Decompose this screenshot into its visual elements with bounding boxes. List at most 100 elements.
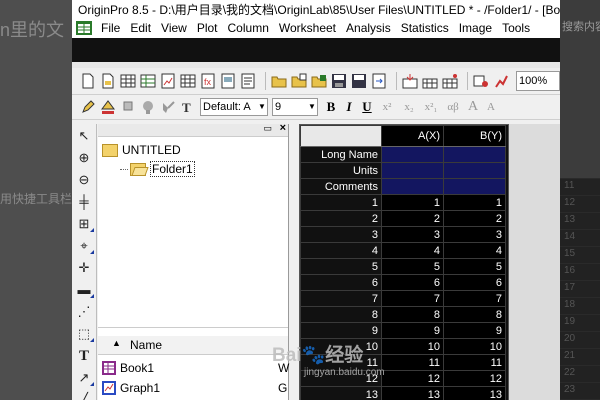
row-number[interactable]: 1: [300, 194, 382, 211]
italic-button[interactable]: I: [340, 99, 358, 115]
cell-b[interactable]: 10: [443, 338, 506, 355]
import-multiple-icon[interactable]: [442, 73, 458, 89]
cell-b[interactable]: 6: [443, 274, 506, 291]
meta-row-label[interactable]: Units: [300, 162, 382, 179]
meta-cell[interactable]: [443, 178, 506, 195]
zoom-select[interactable]: 100%: [516, 71, 560, 91]
font-icon[interactable]: T: [180, 99, 196, 115]
meta-cell[interactable]: [443, 146, 506, 163]
new-workbook-icon[interactable]: [120, 73, 136, 89]
pointer-tool[interactable]: ↖: [74, 126, 94, 146]
new-folder-icon[interactable]: [100, 73, 116, 89]
meta-row-label[interactable]: Comments: [300, 178, 382, 195]
export-icon[interactable]: [371, 73, 387, 89]
scale-tool[interactable]: ╪: [74, 192, 94, 212]
subscript-button[interactable]: x₂: [398, 101, 420, 113]
menu-plot[interactable]: Plot: [192, 21, 223, 35]
mask-tool[interactable]: ▬: [74, 280, 94, 300]
close-icon[interactable]: ×: [280, 122, 286, 134]
column-header-b[interactable]: B(Y): [443, 125, 506, 147]
open-excel-icon[interactable]: [311, 73, 327, 89]
import-ascii-icon[interactable]: [422, 73, 438, 89]
cell-a[interactable]: 6: [381, 274, 444, 291]
zoom-out-tool[interactable]: ⊖: [74, 170, 94, 190]
new-function-icon[interactable]: fx: [200, 73, 216, 89]
new-project-icon[interactable]: [80, 73, 96, 89]
cell-b[interactable]: 2: [443, 210, 506, 227]
cell-a[interactable]: 8: [381, 306, 444, 323]
brush-icon[interactable]: [160, 99, 176, 115]
cell-a[interactable]: 11: [381, 354, 444, 371]
greek-button[interactable]: αβ: [442, 101, 464, 113]
cell-b[interactable]: 4: [443, 242, 506, 259]
row-number[interactable]: 5: [300, 258, 382, 275]
row-number[interactable]: 6: [300, 274, 382, 291]
corner-cell[interactable]: [300, 125, 382, 147]
cell-a[interactable]: 3: [381, 226, 444, 243]
pattern-icon[interactable]: [140, 99, 156, 115]
new-notes-icon[interactable]: [240, 73, 256, 89]
chevron-down-icon[interactable]: ▼: [257, 99, 267, 115]
row-number[interactable]: 7: [300, 290, 382, 307]
cell-b[interactable]: 9: [443, 322, 506, 339]
save-icon[interactable]: [331, 73, 347, 89]
menu-column[interactable]: Column: [223, 21, 274, 35]
zoom-in-tool[interactable]: ⊕: [74, 148, 94, 168]
line-tool[interactable]: ╱: [74, 390, 94, 400]
open-template-icon[interactable]: [291, 73, 307, 89]
cell-b[interactable]: 12: [443, 370, 506, 387]
text-tool[interactable]: T: [74, 346, 94, 366]
cell-a[interactable]: 5: [381, 258, 444, 275]
new-graph-icon[interactable]: [160, 73, 176, 89]
save-template-icon[interactable]: [351, 73, 367, 89]
menu-worksheet[interactable]: Worksheet: [274, 21, 341, 35]
run-icon[interactable]: [493, 73, 509, 89]
increase-font-button[interactable]: A: [464, 99, 482, 115]
cell-a[interactable]: 9: [381, 322, 444, 339]
cell-b[interactable]: 5: [443, 258, 506, 275]
data-selector-tool[interactable]: ⊞: [74, 214, 94, 234]
menu-analysis[interactable]: Analysis: [341, 21, 396, 35]
new-matrix-icon[interactable]: [180, 73, 196, 89]
bold-button[interactable]: B: [322, 99, 340, 115]
meta-cell[interactable]: [381, 178, 444, 195]
row-number[interactable]: 4: [300, 242, 382, 259]
row-number[interactable]: 2: [300, 210, 382, 227]
arrow-tool[interactable]: ↗: [74, 368, 94, 388]
cell-b[interactable]: 13: [443, 386, 506, 400]
menu-statistics[interactable]: Statistics: [396, 21, 454, 35]
list-item-book1[interactable]: Book1 W: [98, 358, 289, 378]
list-header[interactable]: ▲ Name: [98, 336, 288, 355]
column-header-a[interactable]: A(X): [381, 125, 444, 147]
draw-data-tool[interactable]: ⋰: [74, 302, 94, 322]
recalculate-icon[interactable]: [473, 73, 489, 89]
meta-cell[interactable]: [443, 162, 506, 179]
underline-button[interactable]: U: [358, 99, 376, 115]
workbook-icon[interactable]: [76, 21, 92, 35]
supersubscript-button[interactable]: x²₁: [420, 101, 442, 113]
decrease-font-button[interactable]: A: [482, 101, 500, 113]
pen-icon[interactable]: [80, 99, 96, 115]
cell-b[interactable]: 7: [443, 290, 506, 307]
cell-a[interactable]: 4: [381, 242, 444, 259]
menu-edit[interactable]: Edit: [125, 21, 156, 35]
cell-a[interactable]: 2: [381, 210, 444, 227]
font-name-select[interactable]: Default: A ▼: [200, 98, 268, 116]
line-color-icon[interactable]: [100, 99, 116, 115]
import-wizard-icon[interactable]: [402, 73, 418, 89]
row-number[interactable]: 13: [300, 386, 382, 400]
list-item-graph1[interactable]: Graph1 G: [98, 378, 288, 398]
row-number[interactable]: 3: [300, 226, 382, 243]
font-size-select[interactable]: 9 ▼: [272, 98, 318, 116]
tree-root[interactable]: UNTITLED: [102, 143, 181, 157]
meta-row-label[interactable]: Long Name: [300, 146, 382, 163]
cell-b[interactable]: 11: [443, 354, 506, 371]
cell-a[interactable]: 13: [381, 386, 444, 400]
row-number[interactable]: 9: [300, 322, 382, 339]
menu-tools[interactable]: Tools: [497, 21, 535, 35]
row-number[interactable]: 8: [300, 306, 382, 323]
menu-file[interactable]: File: [96, 21, 125, 35]
superscript-button[interactable]: x²: [376, 101, 398, 113]
region-tool[interactable]: ⬚: [74, 324, 94, 344]
menu-image[interactable]: Image: [454, 21, 497, 35]
